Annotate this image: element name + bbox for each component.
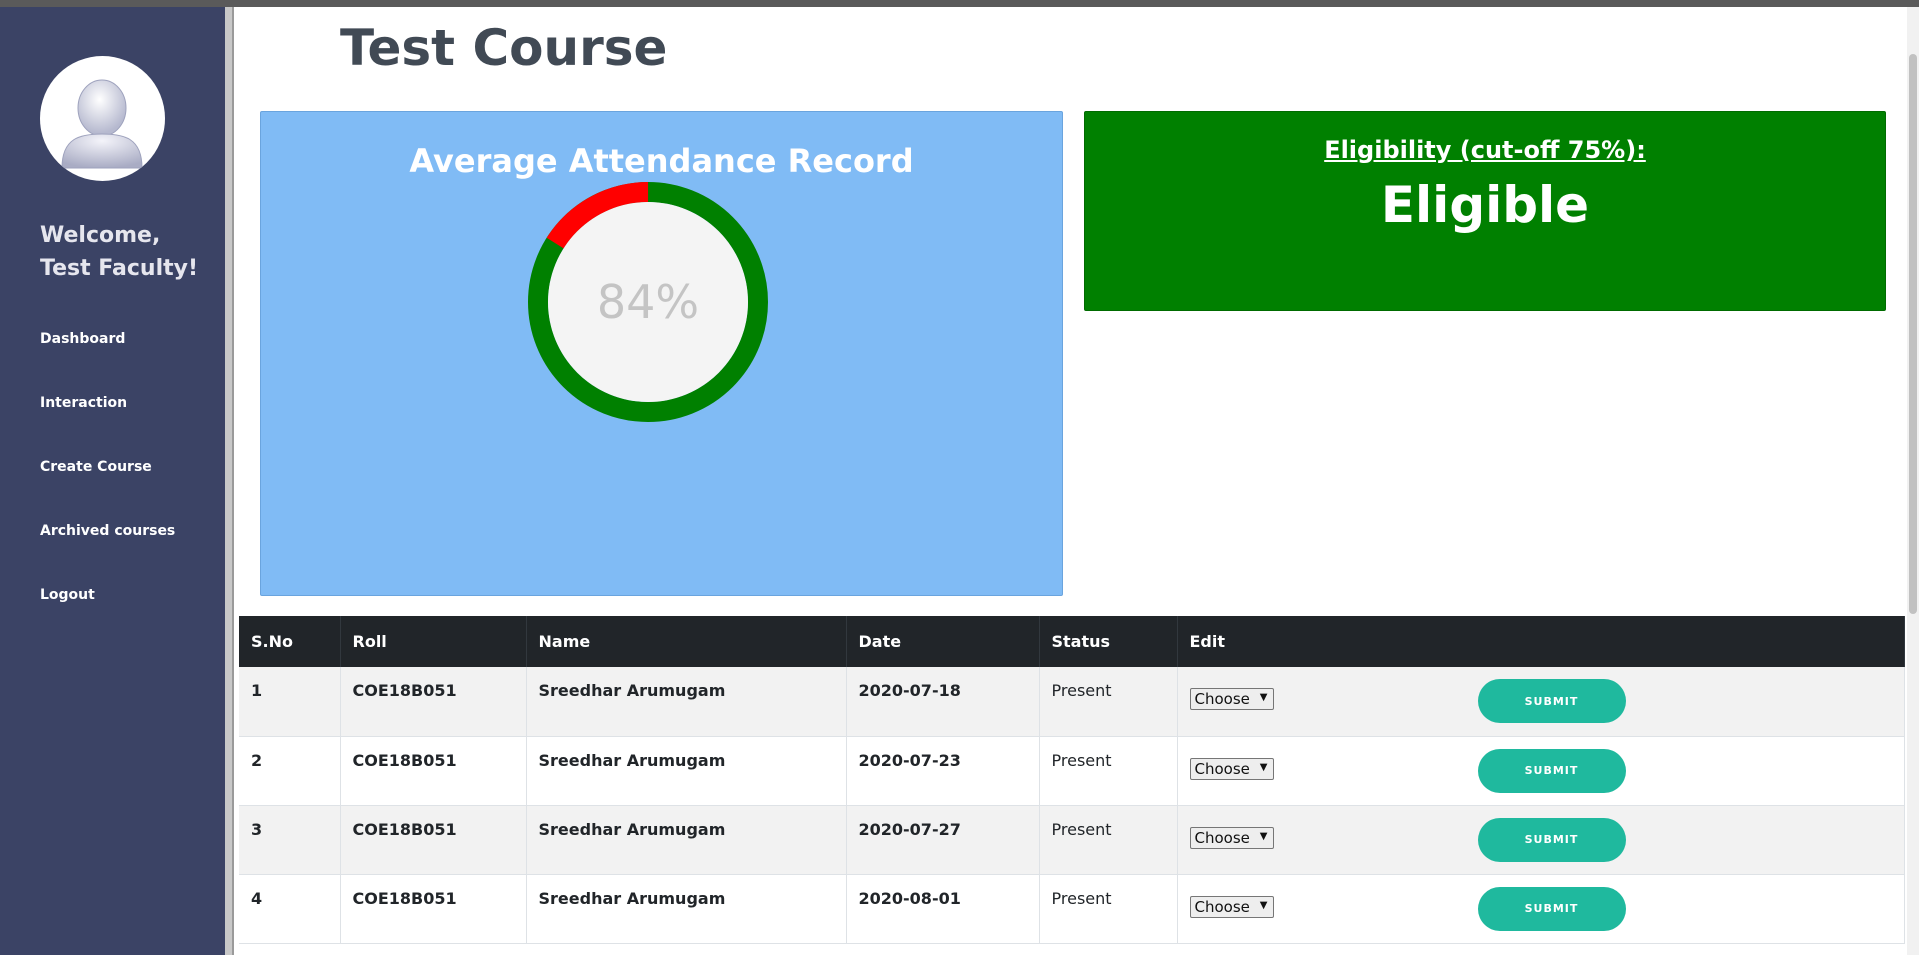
welcome-line-1: Welcome, (40, 223, 161, 248)
status-select[interactable]: Choose ▼ (1189, 826, 1274, 849)
sidebar-item-logout[interactable]: Logout (40, 583, 175, 647)
sidebar: Welcome, Test Faculty! Dashboard Interac… (0, 7, 225, 955)
attendance-table: S.No Roll Name Date Status Edit 1 COE18B… (239, 616, 1905, 944)
chevron-down-icon: ▼ (1259, 761, 1268, 773)
sidebar-item-archived-courses[interactable]: Archived courses (40, 519, 175, 583)
page-scrollbar[interactable] (1907, 7, 1919, 955)
chevron-down-icon: ▼ (1259, 899, 1268, 911)
cell-edit: Choose ▼ SUBMIT (1177, 874, 1905, 943)
cell-name: Sreedhar Arumugam (526, 805, 847, 874)
cell-status: Present (1039, 667, 1178, 736)
attendance-percent: 84% (596, 275, 700, 329)
table-row: 4 COE18B051 Sreedhar Arumugam 2020-08-01… (239, 874, 1905, 943)
submit-button[interactable]: SUBMIT (1477, 817, 1626, 862)
chevron-down-icon: ▼ (1259, 830, 1268, 842)
table-header-row: S.No Roll Name Date Status Edit (239, 616, 1905, 667)
column-header-name: Name (526, 616, 847, 667)
column-header-sno: S.No (239, 616, 341, 667)
cell-roll: COE18B051 (340, 805, 527, 874)
scrollbar-thumb[interactable] (1909, 54, 1917, 614)
avatar (40, 56, 165, 181)
cell-sno: 4 (239, 874, 341, 943)
attendance-title: Average Attendance Record (409, 142, 914, 180)
cell-status: Present (1039, 874, 1178, 943)
column-header-roll: Roll (340, 616, 527, 667)
attendance-table-wrap: S.No Roll Name Date Status Edit 1 COE18B… (239, 616, 1905, 944)
status-select-value: Choose (1194, 690, 1250, 708)
cell-edit: Choose ▼ SUBMIT (1177, 667, 1905, 736)
cell-name: Sreedhar Arumugam (526, 667, 847, 736)
cell-status: Present (1039, 736, 1178, 805)
window-top-strip (0, 0, 1919, 7)
cell-sno: 1 (239, 667, 341, 736)
column-header-status: Status (1039, 616, 1178, 667)
status-select-value: Choose (1194, 759, 1250, 778)
eligibility-heading: Eligibility (cut-off 75%): (1324, 136, 1646, 164)
user-avatar-icon (61, 79, 143, 169)
status-select-value: Choose (1194, 828, 1250, 847)
status-select[interactable]: Choose ▼ (1189, 895, 1274, 918)
cell-sno: 2 (239, 736, 341, 805)
welcome-line-2: Test Faculty! (40, 256, 198, 281)
page-title: Test Course (340, 19, 668, 77)
attendance-card: Average Attendance Record 84% (260, 111, 1063, 596)
status-select-value: Choose (1194, 897, 1250, 916)
cell-date: 2020-07-23 (846, 736, 1040, 805)
sidebar-divider (225, 7, 234, 955)
cell-edit: Choose ▼ SUBMIT (1177, 736, 1905, 805)
main-content: Test Course Average Attendance Record 84… (234, 7, 1907, 955)
table-row: 1 COE18B051 Sreedhar Arumugam 2020-07-18… (239, 667, 1905, 736)
cell-edit: Choose ▼ SUBMIT (1177, 805, 1905, 874)
cell-name: Sreedhar Arumugam (526, 736, 847, 805)
sidebar-item-create-course[interactable]: Create Course (40, 455, 175, 519)
cell-roll: COE18B051 (340, 736, 527, 805)
cell-date: 2020-07-18 (846, 667, 1040, 736)
cell-roll: COE18B051 (340, 874, 527, 943)
column-header-edit: Edit (1177, 616, 1905, 667)
sidebar-nav: Dashboard Interaction Create Course Arch… (40, 327, 175, 647)
table-row: 3 COE18B051 Sreedhar Arumugam 2020-07-27… (239, 805, 1905, 874)
table-row: 2 COE18B051 Sreedhar Arumugam 2020-07-23… (239, 736, 1905, 805)
cell-sno: 3 (239, 805, 341, 874)
cell-name: Sreedhar Arumugam (526, 874, 847, 943)
status-select[interactable]: Choose ▼ (1189, 757, 1274, 780)
submit-button[interactable]: SUBMIT (1477, 748, 1626, 793)
eligibility-status: Eligible (1380, 176, 1590, 234)
chevron-down-icon: ▼ (1259, 692, 1268, 703)
submit-button[interactable]: SUBMIT (1477, 679, 1626, 723)
cell-date: 2020-08-01 (846, 874, 1040, 943)
welcome-message: Welcome, Test Faculty! (40, 219, 198, 285)
cell-date: 2020-07-27 (846, 805, 1040, 874)
eligibility-card: Eligibility (cut-off 75%): Eligible (1084, 111, 1886, 311)
column-header-date: Date (846, 616, 1040, 667)
cell-status: Present (1039, 805, 1178, 874)
cell-roll: COE18B051 (340, 667, 527, 736)
sidebar-item-interaction[interactable]: Interaction (40, 391, 175, 455)
sidebar-item-dashboard[interactable]: Dashboard (40, 327, 175, 391)
submit-button[interactable]: SUBMIT (1477, 886, 1626, 931)
status-select[interactable]: Choose ▼ (1189, 688, 1274, 710)
